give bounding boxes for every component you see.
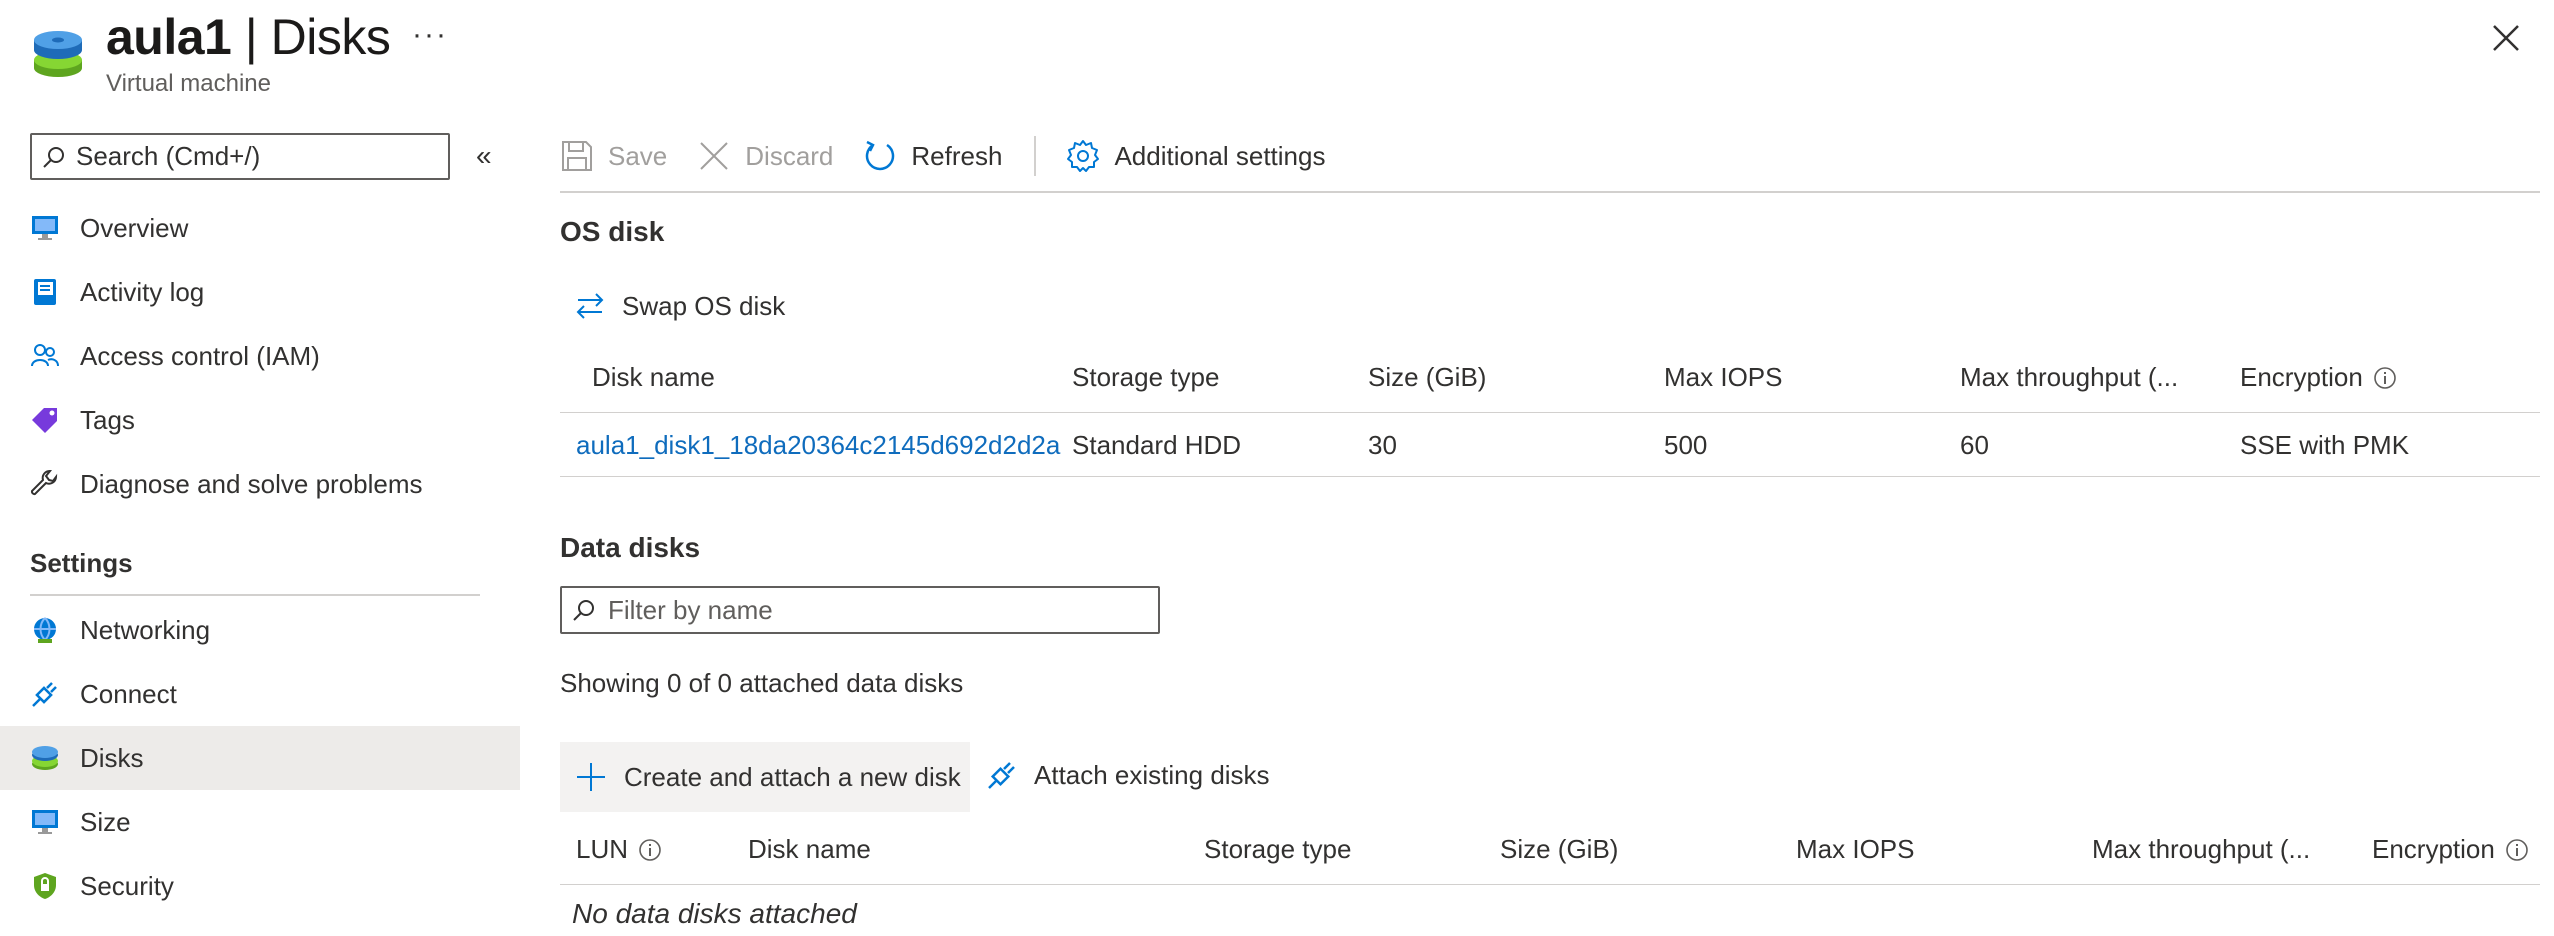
data-table-header-divider [560, 884, 2540, 885]
page-subtitle: Virtual machine [106, 70, 271, 97]
info-icon[interactable] [2505, 838, 2529, 862]
toolbar-divider [560, 191, 2540, 193]
close-icon[interactable] [2488, 20, 2524, 56]
sidebar-item-connect[interactable]: Connect [0, 662, 520, 726]
disk-stack-icon [34, 31, 82, 77]
plus-icon [577, 763, 605, 791]
sidebar-item-activity-log[interactable]: Activity log [0, 260, 520, 324]
discard-button[interactable]: Discard [697, 139, 833, 173]
data-disks-count: Showing 0 of 0 attached data disks [560, 668, 964, 698]
disk-icon [30, 743, 60, 773]
attach-existing-disks-button[interactable]: Attach existing disks [986, 759, 1270, 791]
sidebar-item-tags[interactable]: Tags [0, 388, 520, 452]
log-icon [30, 277, 60, 307]
save-button[interactable]: Save [560, 139, 667, 173]
settings-section-header: Settings [30, 548, 133, 578]
sidebar-item-size[interactable]: Size [0, 790, 520, 854]
sidebar-item-label: Activity log [80, 276, 205, 307]
sidebar-item-label: Tags [80, 404, 135, 435]
network-icon [30, 615, 60, 645]
sidebar-item-networking[interactable]: Networking [0, 598, 520, 662]
size-icon [30, 807, 60, 837]
sidebar-item-label: Disks [80, 742, 144, 773]
sidebar-item-label: Connect [80, 678, 177, 709]
search-icon [573, 600, 594, 621]
os-disk-name-link[interactable]: aula1_disk1_18da20364c2145d692d2d2a [576, 430, 1060, 461]
os-disk-max-throughput: 60 [1960, 430, 1989, 460]
data-col-max-throughput[interactable]: Max throughput (... [2092, 834, 2310, 865]
sidebar-item-label: Overview [80, 212, 189, 243]
data-col-storage-type[interactable]: Storage type [1204, 834, 1351, 865]
os-table-header-divider [560, 412, 2540, 413]
os-disk-storage-type: Standard HDD [1072, 430, 1242, 460]
os-disk-encryption: SSE with PMK [2240, 430, 2410, 460]
os-col-storage-type[interactable]: Storage type [1072, 362, 1219, 393]
plug-icon [988, 762, 1015, 789]
sidebar-item-label: Size [80, 806, 131, 837]
swap-icon [576, 293, 604, 319]
toolbar-separator [1034, 136, 1037, 176]
info-icon[interactable] [2373, 366, 2397, 390]
data-col-lun[interactable]: LUN [576, 834, 662, 865]
info-icon[interactable] [638, 838, 662, 862]
page-title: aula1 | Disks [106, 9, 391, 65]
sidebar-search[interactable] [30, 133, 450, 180]
sidebar-item-access-control[interactable]: Access control (IAM) [0, 324, 520, 388]
os-disk-title: OS disk [560, 216, 665, 247]
refresh-icon [866, 140, 895, 171]
create-attach-disk-button[interactable]: Create and attach a new disk [560, 742, 970, 812]
os-table-row-divider [560, 476, 2540, 477]
tag-icon [30, 405, 60, 435]
os-disk-max-iops: 500 [1664, 430, 1708, 460]
gear-icon [1067, 140, 1100, 172]
sidebar-item-disks[interactable]: Disks [0, 726, 520, 790]
filter-by-name-input[interactable] [608, 594, 1148, 626]
more-options-button[interactable]: ··· [412, 18, 448, 52]
os-col-disk-name[interactable]: Disk name [592, 362, 715, 393]
data-col-size[interactable]: Size (GiB) [1500, 834, 1618, 865]
people-icon [30, 341, 60, 371]
sidebar-item-diagnose[interactable]: Diagnose and solve problems [0, 452, 520, 516]
plug-icon [30, 679, 60, 709]
save-icon [562, 141, 592, 171]
collapse-sidebar-button[interactable]: « [476, 140, 492, 172]
empty-state-message: No data disks attached [572, 898, 857, 929]
monitor-icon [30, 213, 60, 243]
sidebar-item-overview[interactable]: Overview [0, 196, 520, 260]
os-col-encryption[interactable]: Encryption [2240, 362, 2397, 393]
discard-icon [700, 142, 728, 170]
os-col-max-throughput[interactable]: Max throughput (... [1960, 362, 2178, 393]
settings-divider [30, 594, 480, 596]
shield-icon [30, 871, 60, 901]
os-disk-size: 30 [1368, 430, 1397, 460]
os-col-size[interactable]: Size (GiB) [1368, 362, 1486, 393]
data-col-encryption[interactable]: Encryption [2372, 834, 2529, 865]
data-disks-filter[interactable] [560, 586, 1160, 634]
sidebar-item-label: Diagnose and solve problems [80, 468, 423, 499]
sidebar-item-label: Access control (IAM) [80, 340, 320, 371]
data-col-disk-name[interactable]: Disk name [748, 834, 871, 865]
sidebar-item-security[interactable]: Security [0, 854, 520, 918]
os-col-max-iops[interactable]: Max IOPS [1664, 362, 1782, 393]
sidebar-search-input[interactable] [76, 141, 436, 172]
command-bar: Save Discard Refresh Additional settings [560, 130, 1355, 182]
data-disks-title: Data disks [560, 532, 701, 563]
wrench-icon [30, 469, 60, 499]
data-col-max-iops[interactable]: Max IOPS [1796, 834, 1914, 865]
additional-settings-button[interactable]: Additional settings [1066, 139, 1325, 173]
sidebar-item-label: Security [80, 870, 174, 901]
search-icon [43, 146, 64, 168]
refresh-button[interactable]: Refresh [863, 139, 1002, 173]
sidebar-item-label: Networking [80, 614, 211, 645]
swap-os-disk-button[interactable]: Swap OS disk [574, 290, 785, 322]
